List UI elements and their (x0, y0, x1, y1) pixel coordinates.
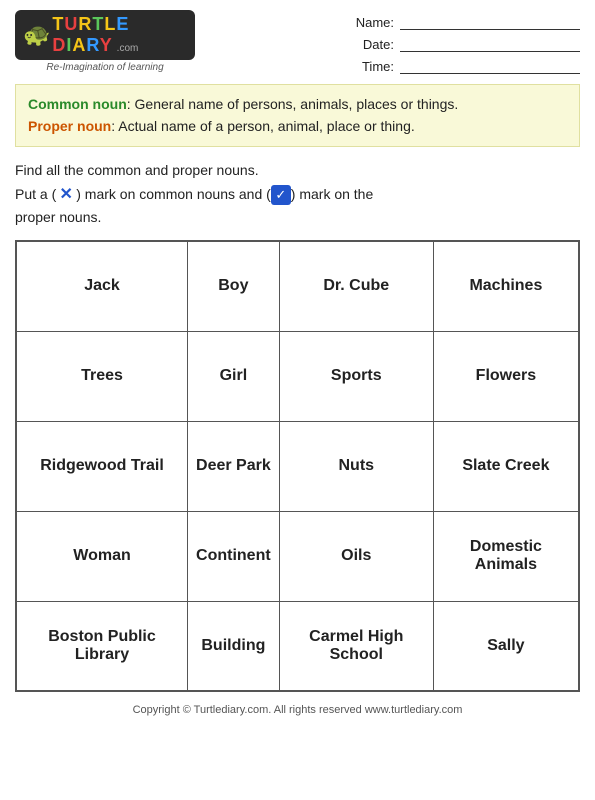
grid-cell-2-2[interactable]: Nuts (279, 421, 433, 511)
time-line[interactable] (400, 58, 580, 74)
grid-cell-2-0[interactable]: Ridgewood Trail (16, 421, 188, 511)
logo-text: TURTLE DIARY .com (52, 14, 187, 56)
inst-pre: Put a ( (15, 186, 56, 202)
instruction-line1: Find all the common and proper nouns. (15, 159, 580, 183)
grid-cell-1-3[interactable]: Flowers (433, 331, 579, 421)
header: 🐢 TURTLE DIARY .com Re-Imagination of le… (15, 10, 580, 74)
logo-slogan: Re-Imagination of learning (46, 62, 163, 73)
turtle-icon: 🐢 (23, 22, 50, 48)
grid-cell-0-1[interactable]: Boy (188, 241, 280, 331)
grid-cell-0-3[interactable]: Machines (433, 241, 579, 331)
inst-mid: ) mark on common nouns and ( (76, 186, 271, 202)
grid-cell-4-2[interactable]: Carmel High School (279, 601, 433, 691)
common-noun-text: : General name of persons, animals, plac… (127, 96, 459, 112)
instruction-line3: proper nouns. (15, 206, 580, 230)
time-row: Time: (354, 58, 580, 74)
inst-post: ) mark on the (291, 186, 373, 202)
grid-cell-4-3[interactable]: Sally (433, 601, 579, 691)
noun-grid: JackBoyDr. CubeMachines TreesGirlSportsFl… (15, 240, 580, 692)
grid-cell-3-2[interactable]: Oils (279, 511, 433, 601)
logo-com: .com (117, 43, 139, 54)
grid-cell-3-3[interactable]: Domestic Animals (433, 511, 579, 601)
grid-cell-0-0[interactable]: Jack (16, 241, 188, 331)
grid-cell-1-0[interactable]: Trees (16, 331, 188, 421)
grid-cell-4-1[interactable]: Building (188, 601, 280, 691)
date-line[interactable] (400, 36, 580, 52)
grid-cell-3-1[interactable]: Continent (188, 511, 280, 601)
x-mark-icon: ✕ (56, 184, 76, 204)
date-label: Date: (354, 37, 394, 52)
name-fields: Name: Date: Time: (354, 10, 580, 74)
time-label: Time: (354, 59, 394, 74)
logo-area: 🐢 TURTLE DIARY .com Re-Imagination of le… (15, 10, 195, 73)
date-row: Date: (354, 36, 580, 52)
proper-noun-text: : Actual name of a person, animal, place… (111, 118, 415, 134)
grid-cell-0-2[interactable]: Dr. Cube (279, 241, 433, 331)
instruction-line2: Put a (✕) mark on common nouns and (✓) m… (15, 183, 580, 207)
common-noun-label: Common noun (28, 96, 127, 112)
proper-noun-label: Proper noun (28, 118, 111, 134)
name-row: Name: (354, 14, 580, 30)
instructions: Find all the common and proper nouns. Pu… (15, 159, 580, 230)
check-mark-icon: ✓ (271, 185, 291, 205)
grid-cell-2-1[interactable]: Deer Park (188, 421, 280, 511)
definition-box: Common noun: General name of persons, an… (15, 84, 580, 147)
proper-noun-def: Proper noun: Actual name of a person, an… (28, 115, 567, 137)
name-line[interactable] (400, 14, 580, 30)
logo-box: 🐢 TURTLE DIARY .com (15, 10, 195, 60)
common-noun-def: Common noun: General name of persons, an… (28, 93, 567, 115)
name-label: Name: (354, 15, 394, 30)
footer: Copyright © Turtlediary.com. All rights … (15, 704, 580, 716)
grid-cell-1-1[interactable]: Girl (188, 331, 280, 421)
grid-cell-3-0[interactable]: Woman (16, 511, 188, 601)
grid-cell-2-3[interactable]: Slate Creek (433, 421, 579, 511)
grid-cell-1-2[interactable]: Sports (279, 331, 433, 421)
grid-cell-4-0[interactable]: Boston Public Library (16, 601, 188, 691)
